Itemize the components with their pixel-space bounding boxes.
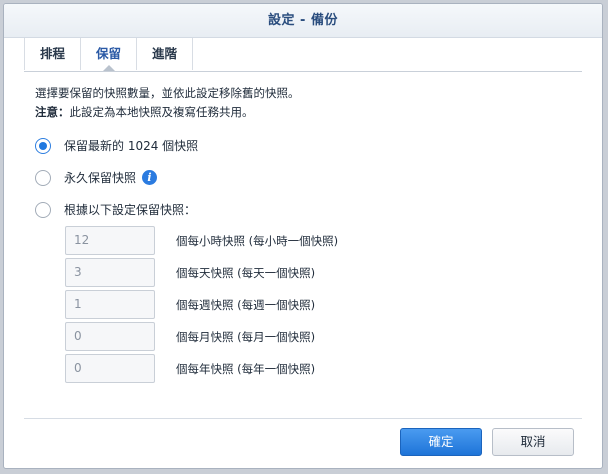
- tab-advanced[interactable]: 進階: [137, 38, 194, 70]
- footer-divider: [24, 418, 582, 419]
- option-custom-label: 根據以下設定保留快照：: [64, 203, 197, 217]
- option-custom[interactable]: 根據以下設定保留快照：: [35, 201, 196, 218]
- tab-bar: 排程 保留 進階: [24, 38, 194, 71]
- daily-row: 3 個每天快照 (每天一個快照): [65, 258, 315, 287]
- tab-retention[interactable]: 保留: [81, 38, 138, 71]
- daily-input[interactable]: 3: [65, 258, 155, 287]
- cancel-button[interactable]: 取消: [492, 428, 574, 456]
- weekly-input[interactable]: 1: [65, 290, 155, 319]
- ok-button[interactable]: 確定: [400, 428, 482, 456]
- monthly-input[interactable]: 0: [65, 322, 155, 351]
- yearly-input[interactable]: 0: [65, 354, 155, 383]
- weekly-row: 1 個每週快照 (每週一個快照): [65, 290, 315, 319]
- yearly-label: 個每年快照 (每年一個快照): [176, 361, 316, 376]
- weekly-label: 個每週快照 (每週一個快照): [176, 297, 316, 312]
- hourly-row: 12 個每小時快照 (每小時一個快照): [65, 226, 338, 255]
- monthly-row: 0 個每月快照 (每月一個快照): [65, 322, 315, 351]
- description-text: 選擇要保留的快照數量，並依此設定移除舊的快照。: [35, 86, 300, 100]
- settings-dialog: 設定 - 備份 排程 保留 進階 選擇要保留的快照數量，並依此設定移除舊的快照。…: [3, 3, 603, 469]
- daily-label: 個每天快照 (每天一個快照): [176, 265, 316, 280]
- monthly-label: 個每月快照 (每月一個快照): [176, 329, 316, 344]
- note-body: 此設定為本地快照及複寫任務共用。: [69, 105, 254, 119]
- dialog-title: 設定 - 備份: [4, 4, 602, 38]
- option-keep-latest-label: 保留最新的 1024 個快照: [64, 139, 199, 153]
- note-label: 注意：: [35, 105, 70, 119]
- option-keep-forever-label: 永久保留快照: [64, 171, 137, 185]
- yearly-row: 0 個每年快照 (每年一個快照): [65, 354, 315, 383]
- hourly-label: 個每小時快照 (每小時一個快照): [176, 233, 339, 248]
- radio-keep-latest[interactable]: [35, 137, 51, 154]
- tab-divider: [24, 71, 582, 72]
- tab-schedule[interactable]: 排程: [24, 38, 82, 70]
- note-text: 注意：此設定為本地快照及複寫任務共用。: [35, 103, 582, 122]
- hourly-input[interactable]: 12: [65, 226, 155, 255]
- option-keep-latest[interactable]: 保留最新的 1024 個快照: [35, 137, 198, 154]
- info-icon[interactable]: i: [142, 170, 158, 185]
- option-keep-forever[interactable]: 永久保留快照 i: [35, 169, 158, 186]
- radio-custom[interactable]: [35, 201, 51, 218]
- retention-panel: 選擇要保留的快照數量，並依此設定移除舊的快照。 注意：此設定為本地快照及複寫任務…: [35, 84, 582, 383]
- radio-keep-forever[interactable]: [35, 169, 51, 186]
